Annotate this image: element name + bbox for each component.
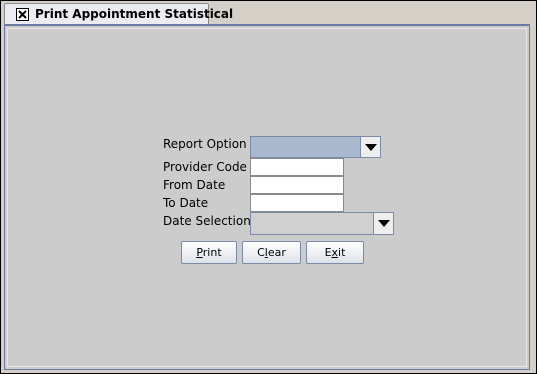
provider-code-field[interactable] <box>250 158 344 176</box>
tab-strip: Print Appointment Statistical <box>1 1 536 25</box>
date-selection-dropdown-button[interactable] <box>373 213 393 234</box>
report-option-label: Report Option <box>163 137 247 151</box>
clear-label-rest: ear <box>267 246 286 259</box>
chevron-down-icon <box>365 144 377 151</box>
clear-button[interactable]: Clear <box>242 241 301 264</box>
date-selection-value <box>251 213 373 234</box>
exit-button[interactable]: Exit <box>306 241 364 264</box>
chevron-down-icon <box>378 220 390 227</box>
tab-print-appointment-statistical[interactable]: Print Appointment Statistical <box>4 3 233 24</box>
report-option-dropdown-button[interactable] <box>360 137 380 157</box>
report-option-value <box>251 137 360 157</box>
date-selection-select[interactable] <box>250 212 394 235</box>
print-label-rest: rint <box>202 246 222 259</box>
from-date-field[interactable] <box>250 176 344 194</box>
exit-label-rest: it <box>338 246 346 259</box>
date-selection-label: Date Selection <box>163 214 251 228</box>
close-x-icon[interactable] <box>16 8 29 21</box>
provider-code-label: Provider Code <box>163 160 247 174</box>
tab-title: Print Appointment Statistical <box>35 7 234 21</box>
to-date-label: To Date <box>163 196 209 210</box>
print-button[interactable]: Print <box>181 241 237 264</box>
app-window: Print Appointment Statistical Report Opt… <box>0 0 537 374</box>
clear-label-pre: C <box>257 246 265 259</box>
report-option-select[interactable] <box>250 136 381 158</box>
to-date-field[interactable] <box>250 194 344 212</box>
exit-label-pre: E <box>324 246 332 259</box>
from-date-label: From Date <box>163 178 226 192</box>
